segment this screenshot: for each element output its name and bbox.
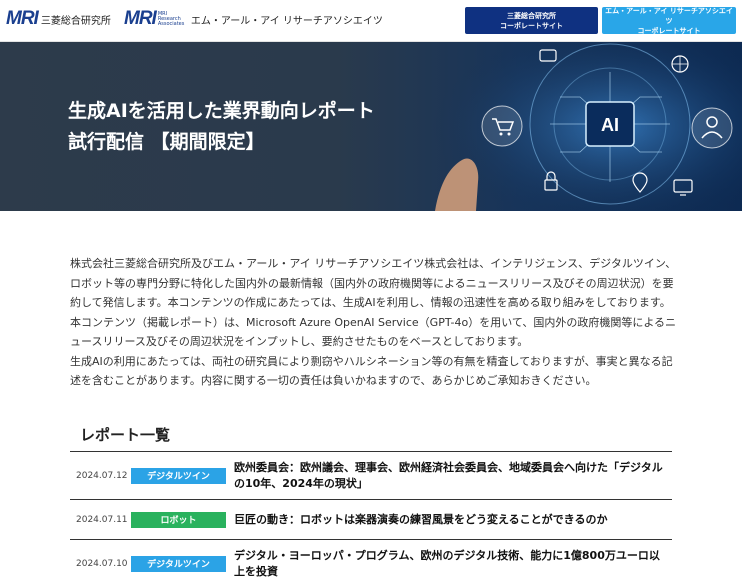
mri-logo-link[interactable]: MRI 三菱総合研究所 xyxy=(6,8,111,30)
report-list-title: レポート一覧 xyxy=(80,426,171,444)
globe-icon xyxy=(671,55,689,73)
report-list: 2024.07.12 デジタルツイン 欧州委員会：欧州議会、理事会、欧州経済社会… xyxy=(70,451,672,584)
report-date: 2024.07.12 xyxy=(76,470,128,481)
report-row[interactable]: 2024.07.10 デジタルツイン デジタル・ヨーロッパ・プログラム、欧州のデ… xyxy=(70,539,672,584)
report-category-tag[interactable]: デジタルツイン xyxy=(131,555,226,572)
mra-corporate-button-line2: コーポレートサイト xyxy=(637,26,701,35)
hero-title-line2: 試行配信 【期間限定】 xyxy=(68,131,265,153)
report-title-link[interactable]: 欧州委員会：欧州議会、理事会、欧州経済社会委員会、地域委員会へ向けた「デジタルの… xyxy=(234,460,666,492)
report-row[interactable]: 2024.07.11 ロボット 巨匠の動き：ロボットは楽器演奏の練習風景をどう変… xyxy=(70,499,672,539)
mri-corporate-button-line2: コーポレートサイト xyxy=(500,21,563,30)
mra-logo-subtitle: MRI Research Associates xyxy=(157,10,185,27)
person-icon xyxy=(691,107,733,149)
intro-text: 株式会社三菱総合研究所及びエム・アール・アイ リサーチアソシエイツ株式会社は、イ… xyxy=(70,254,680,391)
mra-company-name: エム・アール・アイ リサーチアソシエイツ xyxy=(190,15,383,27)
mri-corporate-site-button[interactable]: 三菱総合研究所 コーポレートサイト xyxy=(465,7,598,34)
mra-logo: MRI xyxy=(124,8,157,29)
mra-corporate-site-button[interactable]: エム・アール・アイ リサーチアソシエイツ コーポレートサイト xyxy=(602,6,736,35)
ai-chip-label: AI xyxy=(601,115,619,135)
mri-company-name: 三菱総合研究所 xyxy=(40,15,111,27)
intro-paragraph-3: 生成AIの利用にあたっては、両社の研究員により剽窃やハルシネーション等の有無を精… xyxy=(70,354,673,388)
mra-corporate-button-line1: エム・アール・アイ リサーチアソシエイツ xyxy=(605,6,733,25)
hero-banner: AI 生成AIを活用した業界動向レポート 試行配信 【期間限定】 xyxy=(0,42,742,211)
hero-title-line1: 生成AIを活用した業界動向レポート xyxy=(68,100,375,122)
report-title-link[interactable]: デジタル・ヨーロッパ・プログラム、欧州のデジタル技術、能力に1億800万ユーロ以… xyxy=(234,548,666,580)
report-date: 2024.07.11 xyxy=(76,514,128,525)
site-header: MRI 三菱総合研究所 MRI MRI Research Associates … xyxy=(0,0,742,42)
intro-paragraph-1: 株式会社三菱総合研究所及びエム・アール・アイ リサーチアソシエイツ株式会社は、イ… xyxy=(70,257,677,309)
ai-chip-icon: AI xyxy=(585,101,635,147)
hero-title: 生成AIを活用した業界動向レポート 試行配信 【期間限定】 xyxy=(68,96,375,158)
intro-paragraph-2: 本コンテンツ（掲載レポート）は、Microsoft Azure OpenAI S… xyxy=(70,315,677,349)
mri-logo: MRI xyxy=(6,8,39,29)
report-category-tag[interactable]: デジタルツイン xyxy=(131,467,226,484)
report-category-tag[interactable]: ロボット xyxy=(131,511,226,528)
mri-corporate-button-line1: 三菱総合研究所 xyxy=(507,11,556,20)
report-date: 2024.07.10 xyxy=(76,558,128,569)
cart-icon xyxy=(481,105,523,147)
ai-network-illustration: AI xyxy=(430,42,742,211)
mra-logo-link[interactable]: MRI MRI Research Associates エム・アール・アイ リサ… xyxy=(124,8,383,30)
report-row[interactable]: 2024.07.12 デジタルツイン 欧州委員会：欧州議会、理事会、欧州経済社会… xyxy=(70,451,672,499)
report-title-link[interactable]: 巨匠の動き：ロボットは楽器演奏の練習風景をどう変えることができるのか xyxy=(234,512,666,528)
